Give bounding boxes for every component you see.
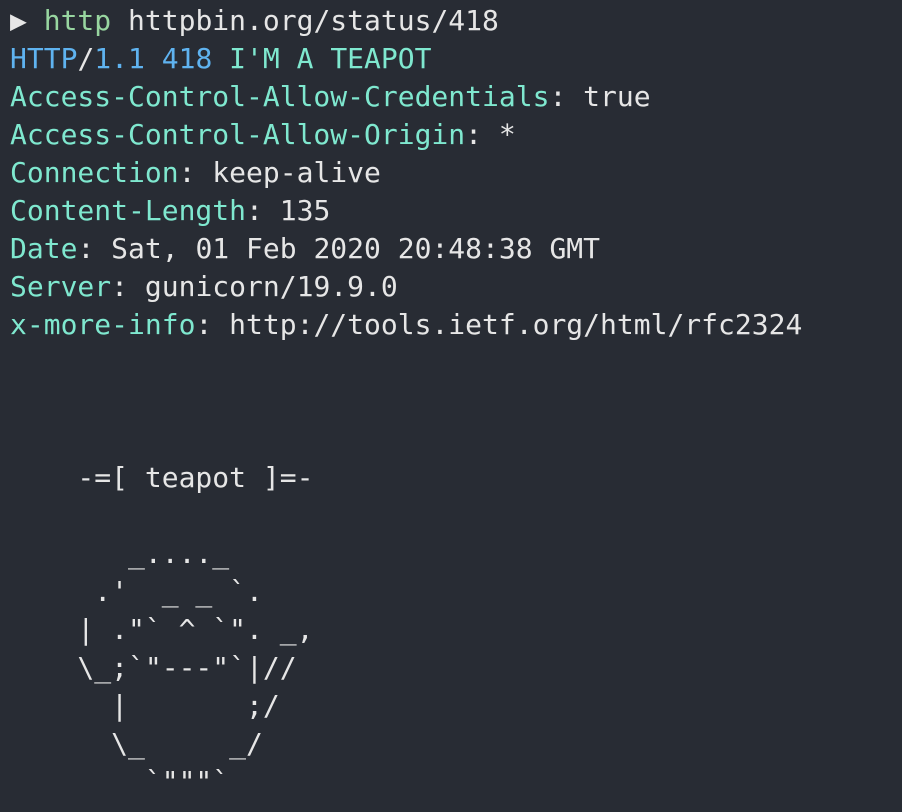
header-separator: : [178, 156, 213, 189]
command-line: ▶ http httpbin.org/status/418 [10, 2, 499, 40]
header-line: Content-Length: 135 [10, 192, 330, 230]
header-separator: : [549, 80, 584, 113]
header-separator: : [195, 308, 230, 341]
status-version: 1.1 [94, 42, 145, 75]
status-protocol: HTTP [10, 42, 78, 75]
status-line: HTTP/1.1 418 I'M A TEAPOT [10, 40, 431, 78]
prompt-arrow: ▶ [10, 4, 27, 37]
command-program: http [43, 4, 112, 37]
header-name: Access-Control-Allow-Origin [10, 118, 466, 151]
command-url: httpbin.org/status/418 [128, 4, 499, 37]
header-name: Content-Length [10, 194, 247, 227]
header-value: http://tools.ietf.org/html/rfc2324 [229, 308, 803, 341]
header-value: 135 [279, 194, 331, 227]
header-line: Access-Control-Allow-Origin: * [10, 116, 516, 154]
header-separator: : [77, 232, 112, 265]
header-line: Connection: keep-alive [10, 154, 381, 192]
header-value: true [583, 80, 651, 113]
header-value: Sat, 01 Feb 2020 20:48:38 GMT [111, 232, 601, 265]
header-line: Access-Control-Allow-Credentials: true [10, 78, 651, 116]
header-name: Connection [10, 156, 179, 189]
header-line: Date: Sat, 01 Feb 2020 20:48:38 GMT [10, 230, 600, 268]
header-value: gunicorn/19.9.0 [144, 270, 398, 303]
terminal-window: ▶ http httpbin.org/status/418 HTTP/1.1 4… [0, 0, 902, 812]
header-name: Access-Control-Allow-Credentials [10, 80, 550, 113]
response-body-ascii-teapot: -=[ teapot ]=- _...._ .' _ _ `. | ."` ^ … [77, 461, 314, 798]
header-name: Date [10, 232, 78, 265]
header-value: keep-alive [212, 156, 381, 189]
header-value: * [498, 118, 516, 151]
header-name: x-more-info [10, 308, 196, 341]
header-name: Server [10, 270, 112, 303]
status-code: 418 [161, 42, 213, 75]
header-separator: : [246, 194, 280, 227]
header-line: x-more-info: http://tools.ietf.org/html/… [10, 306, 802, 344]
header-line: Server: gunicorn/19.9.0 [10, 268, 398, 306]
status-slash: / [77, 42, 95, 75]
header-separator: : [111, 270, 145, 303]
status-reason: I'M A TEAPOT [229, 42, 432, 75]
header-separator: : [465, 118, 499, 151]
